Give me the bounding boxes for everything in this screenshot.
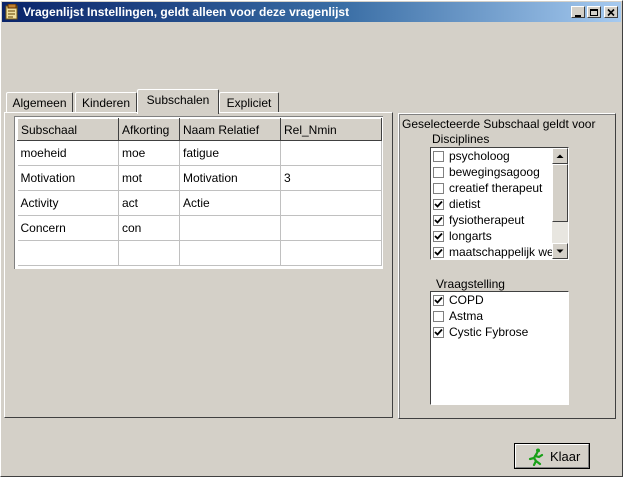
checkbox[interactable] <box>433 247 444 258</box>
checkmark-icon <box>434 296 443 304</box>
minimize-button[interactable] <box>571 6 585 18</box>
tab-algemeen[interactable]: Algemeen <box>6 92 73 112</box>
table-cell[interactable] <box>118 240 180 266</box>
checkbox[interactable] <box>433 167 444 178</box>
table-cell[interactable]: Activity <box>17 190 119 216</box>
table-cell[interactable]: Concern <box>17 215 119 241</box>
disciplines-scrollbar[interactable] <box>552 148 568 259</box>
checkbox[interactable] <box>433 199 444 210</box>
tab-label: Subschalen <box>146 93 210 107</box>
title-bar[interactable]: Vragenlijst Instellingen, geldt alleen v… <box>2 2 621 22</box>
checkbox[interactable] <box>433 215 444 226</box>
checkbox[interactable] <box>433 311 444 322</box>
column-header-afkorting[interactable]: Afkorting <box>118 118 180 141</box>
table-cell[interactable] <box>280 190 382 216</box>
scroll-thumb[interactable] <box>552 164 568 222</box>
chevron-up-icon <box>556 154 564 158</box>
list-item-label: COPD <box>449 293 484 307</box>
checkbox[interactable] <box>433 151 444 162</box>
table-cell[interactable]: fatigue <box>179 140 281 166</box>
window-title: Vragenlijst Instellingen, geldt alleen v… <box>23 5 350 19</box>
table-cell[interactable]: Actie <box>179 190 281 216</box>
close-icon <box>607 8 615 17</box>
disciplines-listbox[interactable]: psycholoog bewegingsagoog creatief therape… <box>430 147 569 260</box>
tab-subschalen[interactable]: Subschalen <box>137 89 219 114</box>
list-item-label: fysiotherapeut <box>449 213 525 227</box>
table-cell[interactable] <box>179 215 281 241</box>
column-header-naam-relatief[interactable]: Naam Relatief <box>179 118 281 141</box>
table-cell[interactable] <box>179 240 281 266</box>
table-cell[interactable]: 3 <box>280 165 382 191</box>
column-header-subschaal[interactable]: Subschaal <box>17 118 119 141</box>
checkmark-icon <box>434 328 443 336</box>
checkmark-icon <box>434 232 443 240</box>
chevron-down-icon <box>556 249 564 253</box>
app-icon <box>5 3 19 20</box>
table-cell[interactable] <box>280 240 382 266</box>
list-item-label: maatschappelijk werker <box>449 245 569 259</box>
table-row[interactable] <box>17 240 382 266</box>
table-cell[interactable] <box>17 240 119 266</box>
table-cell[interactable] <box>280 215 382 241</box>
tab-label: Algemeen <box>12 96 67 110</box>
table-cell[interactable]: act <box>118 190 180 216</box>
tab-label: Expliciet <box>226 96 272 110</box>
table-row[interactable]: moeheid moe fatigue <box>17 140 382 166</box>
scroll-down-button[interactable] <box>552 243 568 259</box>
table-cell[interactable]: moe <box>118 140 180 166</box>
checkbox[interactable] <box>433 295 444 306</box>
disciplines-label: Disciplines <box>432 132 490 146</box>
klaar-button[interactable]: Klaar <box>514 443 590 469</box>
list-item-label: creatief therapeut <box>449 181 543 195</box>
list-item-label: Cystic Fybrose <box>449 325 529 339</box>
groupbox-title: Geselecteerde Subschaal geldt voor <box>402 117 596 131</box>
vraagstelling-label: Vraagstelling <box>436 277 505 291</box>
checkmark-icon <box>434 200 443 208</box>
table-cell[interactable]: mot <box>118 165 180 191</box>
list-item-label: Astma <box>449 309 484 323</box>
minimize-icon <box>575 15 581 17</box>
running-man-icon <box>527 448 545 469</box>
scroll-up-button[interactable] <box>552 148 568 164</box>
maximize-icon <box>590 9 598 16</box>
table-cell[interactable]: Motivation <box>179 165 281 191</box>
list-item-label: dietist <box>449 197 481 211</box>
table-row[interactable]: Motivation mot Motivation 3 <box>17 165 382 191</box>
list-item-label: longarts <box>449 229 492 243</box>
checkmark-icon <box>434 216 443 224</box>
list-item-label: psycholoog <box>449 149 510 163</box>
tab-kinderen[interactable]: Kinderen <box>75 92 137 112</box>
table-row[interactable]: Activity act Actie <box>17 190 382 216</box>
klaar-label: Klaar <box>550 449 581 464</box>
subschalen-grid[interactable]: Subschaal Afkorting Naam Relatief Rel_Nm… <box>14 116 383 269</box>
list-item-label: bewegingsagoog <box>449 165 540 179</box>
close-button[interactable] <box>604 6 618 18</box>
tab-expliciet[interactable]: Expliciet <box>219 92 279 112</box>
tab-label: Kinderen <box>81 96 131 110</box>
table-cell[interactable]: Motivation <box>17 165 119 191</box>
maximize-button[interactable] <box>587 6 601 18</box>
checkbox[interactable] <box>433 327 444 338</box>
vraagstelling-listbox[interactable]: COPD Astma Cystic Fybrose <box>430 291 569 405</box>
table-cell[interactable]: moeheid <box>17 140 119 166</box>
checkbox[interactable] <box>433 183 444 194</box>
checkbox[interactable] <box>433 231 444 242</box>
column-header-rel-nmin[interactable]: Rel_Nmin <box>280 118 382 141</box>
table-row[interactable]: Concern con <box>17 215 382 241</box>
checkmark-icon <box>434 248 443 256</box>
table-cell[interactable] <box>280 140 382 166</box>
table-cell[interactable]: con <box>118 215 180 241</box>
